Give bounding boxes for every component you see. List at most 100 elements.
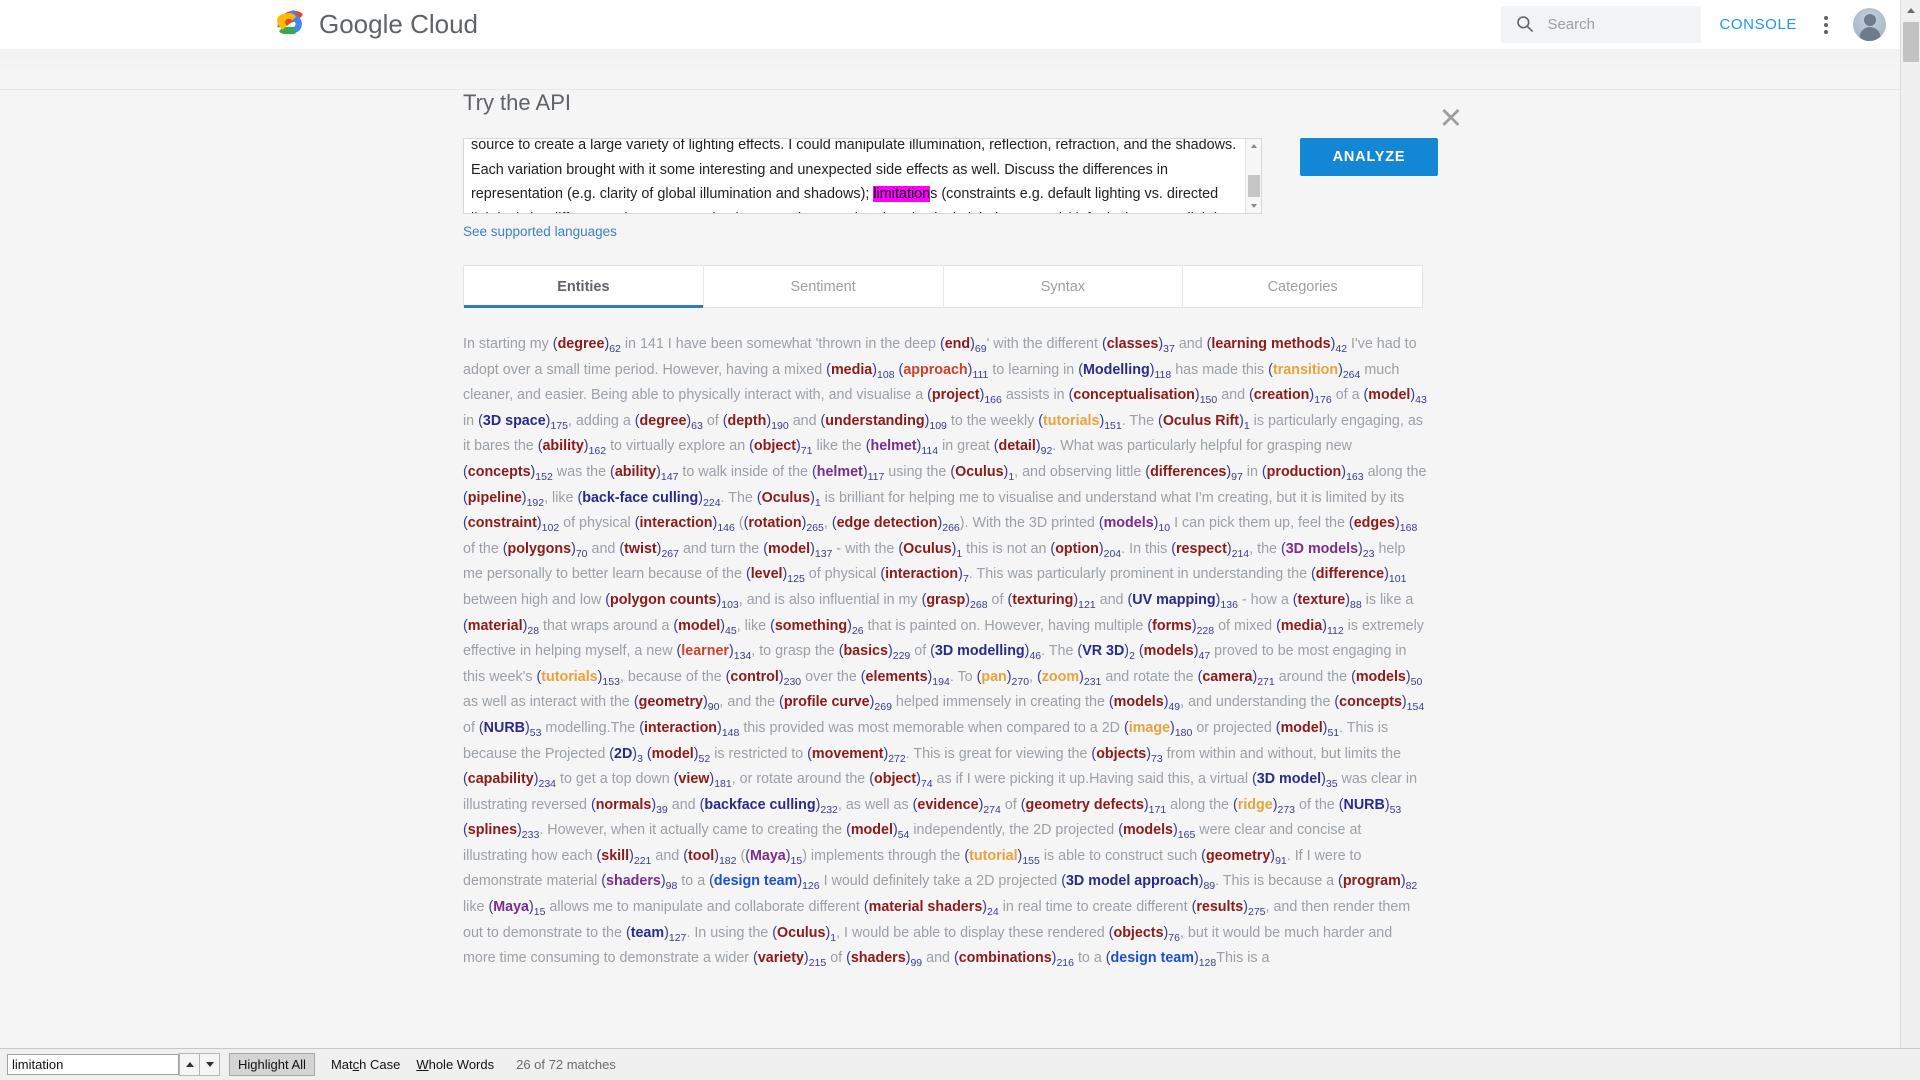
entity-token[interactable]: (model)52 <box>647 746 710 765</box>
entity-token[interactable]: (tutorials)153 <box>536 669 619 688</box>
entity-token[interactable]: (3D space)175 <box>478 413 568 432</box>
entity-token[interactable]: (splines)233 <box>463 822 539 841</box>
textarea-scroll-up[interactable] <box>1246 139 1261 153</box>
entity-token[interactable]: (helmet)114 <box>866 438 938 457</box>
entity-token[interactable]: (control)230 <box>726 669 802 688</box>
entity-token[interactable]: (object)71 <box>749 438 812 457</box>
entity-token[interactable]: (evidence)274 <box>913 797 1001 816</box>
entity-token[interactable]: (skill)221 <box>597 848 652 867</box>
entity-token[interactable]: (tutorials)151 <box>1038 413 1121 432</box>
entity-token[interactable]: (texture)88 <box>1293 592 1362 611</box>
entity-token[interactable]: (grasp)268 <box>922 592 988 611</box>
entity-token[interactable]: (Oculus)1 <box>950 464 1014 483</box>
entity-token[interactable]: (material)28 <box>463 618 539 637</box>
entity-token[interactable]: (concepts)154 <box>1334 694 1424 713</box>
entity-token[interactable]: (capability)234 <box>463 771 556 790</box>
entity-token[interactable]: (something)26 <box>770 618 864 637</box>
entity-token[interactable]: (model)43 <box>1364 387 1427 406</box>
entity-token[interactable]: (elements)194 <box>861 669 950 688</box>
find-previous-button[interactable] <box>179 1053 200 1076</box>
entity-token[interactable]: (material shaders)24 <box>864 899 999 918</box>
entity-token[interactable]: (approach)111 <box>899 362 989 381</box>
avatar[interactable] <box>1853 7 1886 41</box>
entity-token[interactable]: (creation)176 <box>1249 387 1332 406</box>
find-input[interactable] <box>7 1054 179 1075</box>
entity-token[interactable]: (polygon counts)103 <box>605 592 739 611</box>
entity-token[interactable]: (tool)182 <box>683 848 736 867</box>
entity-token[interactable]: (camera)271 <box>1198 669 1275 688</box>
entity-token[interactable]: (back-face culling)224 <box>577 490 720 509</box>
entity-token[interactable]: (Oculus Rift)1 <box>1158 413 1250 432</box>
brand-logo-group[interactable]: Google Cloud <box>276 9 478 40</box>
entity-token[interactable]: (understanding)109 <box>821 413 947 432</box>
entity-token[interactable]: (pan)270 <box>977 669 1029 688</box>
entity-token[interactable]: (tutorial)155 <box>964 848 1040 867</box>
entity-token[interactable]: (conceptualisation)150 <box>1069 387 1218 406</box>
entity-token[interactable]: (VR 3D)2 <box>1077 643 1134 662</box>
entity-token[interactable]: (models)47 <box>1139 643 1210 662</box>
entity-token[interactable]: (models)49 <box>1109 694 1180 713</box>
entity-token[interactable]: (shaders)99 <box>846 950 922 969</box>
tab-sentiment[interactable]: Sentiment <box>703 266 944 307</box>
entity-token[interactable]: (design team)126 <box>709 873 819 892</box>
entity-token[interactable]: (Oculus)1 <box>898 541 962 560</box>
entity-token[interactable]: (3D modelling)46 <box>930 643 1041 662</box>
entity-token[interactable]: (helmet)117 <box>812 464 884 483</box>
console-link[interactable]: CONSOLE <box>1719 16 1797 33</box>
entity-token[interactable]: (project)166 <box>927 387 1002 406</box>
entity-token[interactable]: (2D)3 <box>609 746 643 765</box>
scrollbar-thumb[interactable] <box>1903 22 1919 62</box>
entity-token[interactable]: (movement)272 <box>807 746 906 765</box>
entity-token[interactable]: (degree)62 <box>553 336 621 355</box>
entity-token[interactable]: (Maya)15 <box>488 899 545 918</box>
whole-words-toggle[interactable]: Whole Words <box>416 1057 494 1072</box>
textarea-scroll-thumb[interactable] <box>1248 175 1260 197</box>
entity-token[interactable]: (edge detection)266 <box>832 515 960 534</box>
page-scrollbar[interactable] <box>1900 0 1920 1080</box>
entity-token[interactable]: (geometry)90 <box>634 694 720 713</box>
entity-token[interactable]: (image)180 <box>1124 720 1192 739</box>
search-box[interactable]: Search <box>1501 5 1702 43</box>
more-vert-icon[interactable] <box>1817 13 1835 35</box>
entity-token[interactable]: (transition)264 <box>1268 362 1360 381</box>
entity-token[interactable]: (3D model approach)89 <box>1061 873 1215 892</box>
analyze-button[interactable]: ANALYZE <box>1300 138 1438 176</box>
entity-token[interactable]: (constraint)102 <box>463 515 559 534</box>
entity-token[interactable]: (media)112 <box>1276 618 1344 637</box>
close-icon[interactable]: ✕ <box>1439 105 1463 134</box>
entity-token[interactable]: (zoom)231 <box>1037 669 1101 688</box>
entity-token[interactable]: (geometry defects)171 <box>1021 797 1166 816</box>
entity-token[interactable]: (normals)39 <box>591 797 668 816</box>
entity-token[interactable]: (end)69 <box>940 336 987 355</box>
entity-token[interactable]: (interaction)146 <box>635 515 735 534</box>
entity-token[interactable]: (object)74 <box>869 771 932 790</box>
entity-token[interactable]: (objects)76 <box>1109 925 1180 944</box>
entity-token[interactable]: (option)204 <box>1050 541 1121 560</box>
entity-token[interactable]: (team)127 <box>626 925 686 944</box>
entity-token[interactable]: (concepts)152 <box>463 464 553 483</box>
entity-token[interactable]: (NURB)53 <box>1339 797 1402 816</box>
entity-token[interactable]: (models)50 <box>1351 669 1422 688</box>
entity-token[interactable]: (model)51 <box>1276 720 1339 739</box>
entity-token[interactable]: (3D model)35 <box>1252 771 1338 790</box>
entity-token[interactable]: (polygons)70 <box>503 541 588 560</box>
entity-token[interactable]: (twist)267 <box>619 541 679 560</box>
scrollbar-up-button[interactable] <box>1901 0 1920 20</box>
entity-token[interactable]: (media)108 <box>826 362 894 381</box>
entity-token[interactable]: (edges)168 <box>1349 515 1417 534</box>
entity-token[interactable]: (forms)228 <box>1147 618 1214 637</box>
textarea-scroll-down[interactable] <box>1246 199 1261 213</box>
entity-token[interactable]: (basics)229 <box>839 643 911 662</box>
entity-token[interactable]: (texturing)121 <box>1007 592 1095 611</box>
find-next-button[interactable] <box>199 1053 220 1076</box>
entity-token[interactable]: (Modelling)118 <box>1078 362 1171 381</box>
entity-token[interactable]: (design team)128 <box>1106 950 1216 969</box>
entity-token[interactable]: (model)45 <box>673 618 736 637</box>
entity-token[interactable]: (level)125 <box>746 566 805 585</box>
tab-categories[interactable]: Categories <box>1183 266 1422 307</box>
tab-entities[interactable]: Entities <box>464 266 704 308</box>
entity-token[interactable]: (models)165 <box>1118 822 1195 841</box>
entity-token[interactable]: (Oculus)1 <box>772 925 836 944</box>
entity-token[interactable]: (rotation)265 <box>744 515 824 534</box>
entity-token[interactable]: (NURB)53 <box>479 720 542 739</box>
